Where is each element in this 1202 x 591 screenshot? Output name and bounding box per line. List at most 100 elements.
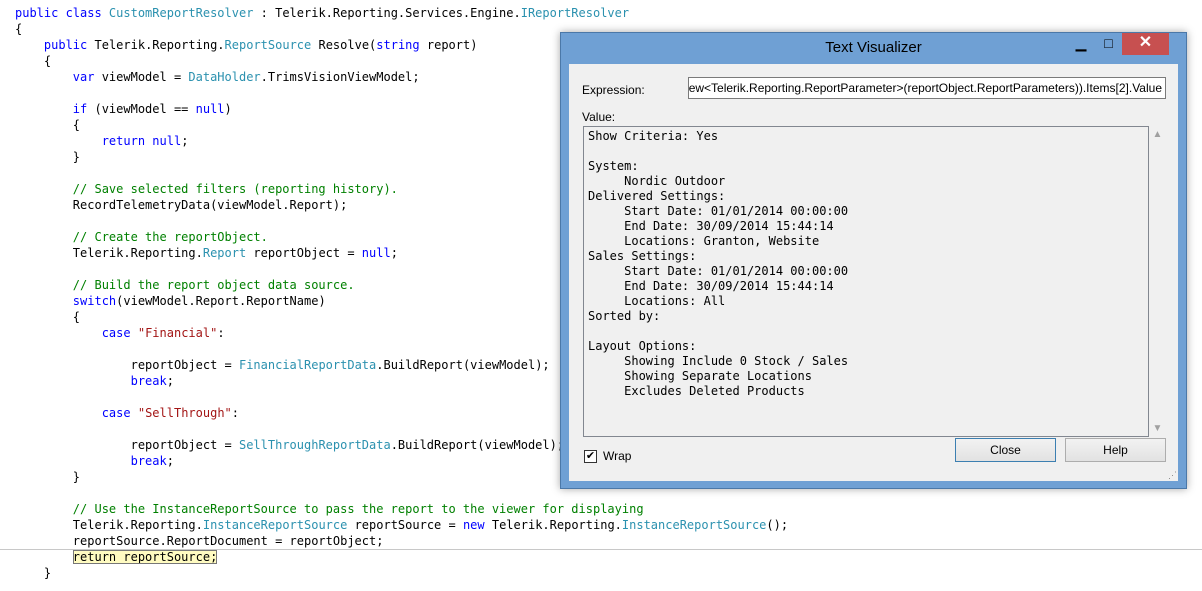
code-token: (); — [766, 518, 789, 532]
code-token: viewModel = — [94, 70, 189, 84]
code-token: ; — [390, 246, 398, 260]
checkmark-icon: ✔ — [585, 450, 596, 462]
code-token: Report — [202, 246, 247, 260]
code-token: null — [195, 102, 225, 116]
code-line[interactable]: reportSource.ReportDocument = reportObje… — [0, 533, 1202, 549]
code-token: } — [15, 470, 81, 484]
value-scrollbar[interactable]: ▲ ▼ — [1149, 126, 1166, 437]
code-token: reportObject = — [15, 358, 239, 372]
maximize-button[interactable]: □ — [1095, 33, 1122, 55]
code-token: : — [231, 406, 239, 420]
highlighted-statement: return reportSource; — [72, 550, 218, 564]
code-token: break — [130, 374, 167, 388]
code-token: null — [361, 246, 391, 260]
code-token: Telerik.Reporting. — [87, 38, 225, 52]
code-token: case — [101, 326, 131, 340]
value-text: Show Criteria: Yes System: Nordic Outdoo… — [588, 129, 849, 398]
code-token: report) — [419, 38, 478, 52]
code-token: reportSource.ReportDocument = reportObje… — [15, 534, 384, 548]
expression-value: ew<Telerik.Reporting.ReportParameter>(re… — [688, 81, 1162, 95]
wrap-checkbox[interactable]: ✔ — [584, 450, 597, 463]
code-token: ) — [224, 102, 232, 116]
code-token: .TrimsVisionViewModel; — [260, 70, 420, 84]
scroll-up-icon[interactable]: ▲ — [1149, 126, 1166, 143]
code-token: Resolve( — [311, 38, 377, 52]
code-token: switch — [72, 294, 117, 308]
code-token: Telerik.Reporting. — [484, 518, 622, 532]
code-token: InstanceReportSource — [621, 518, 767, 532]
code-token: (viewModel.Report.ReportName) — [116, 294, 326, 308]
value-textbox[interactable]: Show Criteria: Yes System: Nordic Outdoo… — [583, 126, 1149, 437]
code-token: "Financial" — [137, 326, 218, 340]
code-token: DataHolder — [188, 70, 261, 84]
wrap-label[interactable]: Wrap — [603, 449, 631, 463]
code-line[interactable]: return reportSource; — [0, 549, 1202, 565]
code-line[interactable]: // Use the InstanceReportSource to pass … — [0, 501, 1202, 517]
close-button[interactable]: Close — [955, 438, 1056, 462]
code-line[interactable]: } — [0, 565, 1202, 581]
code-line[interactable]: public class CustomReportResolver : Tele… — [0, 5, 1202, 21]
dialog-titlebar[interactable]: Text Visualizer ▁ □ ✕ — [561, 33, 1186, 64]
code-token: string — [376, 38, 420, 52]
code-token: } — [15, 150, 81, 164]
code-token: ; — [166, 374, 174, 388]
code-line[interactable]: Telerik.Reporting.InstanceReportSource r… — [0, 517, 1202, 533]
code-token: { — [15, 54, 52, 68]
code-token: } — [15, 566, 52, 580]
code-token: ; — [166, 454, 174, 468]
code-token: return null — [101, 134, 182, 148]
code-token: { — [15, 118, 81, 132]
code-token: InstanceReportSource — [202, 518, 348, 532]
expression-input[interactable]: ew<Telerik.Reporting.ReportParameter>(re… — [688, 77, 1166, 99]
code-token: // Build the report object data source. — [72, 278, 355, 292]
code-token: public — [43, 38, 88, 52]
dialog-client-area: Expression: ew<Telerik.Reporting.ReportP… — [569, 64, 1178, 481]
code-token: (viewModel == — [87, 102, 196, 116]
code-token: break — [130, 454, 167, 468]
code-token: if — [72, 102, 88, 116]
code-token: Telerik.Reporting. — [15, 518, 203, 532]
code-token: .BuildReport(viewModel); — [376, 358, 550, 372]
code-token: new — [462, 518, 485, 532]
code-token: "SellThrough" — [137, 406, 232, 420]
code-token: // Create the reportObject. — [72, 230, 268, 244]
code-token: RecordTelemetryData(viewModel.Report); — [15, 198, 348, 212]
close-window-button[interactable]: ✕ — [1122, 33, 1169, 55]
resize-grip-icon[interactable]: ⋰ — [1167, 470, 1177, 480]
code-token: .BuildReport(viewModel); — [390, 438, 565, 452]
code-token: // Use the InstanceReportSource to pass … — [72, 502, 644, 516]
help-button[interactable]: Help — [1065, 438, 1166, 462]
code-token: reportObject = — [246, 246, 362, 260]
code-token: { — [15, 22, 23, 36]
code-token: reportSource = — [347, 518, 463, 532]
code-token: SellThroughReportData — [238, 438, 391, 452]
code-token: Telerik.Reporting. — [15, 246, 203, 260]
scroll-down-icon[interactable]: ▼ — [1149, 420, 1166, 437]
code-token: { — [15, 310, 81, 324]
code-token: reportObject = — [15, 438, 239, 452]
code-token: public class — [15, 6, 109, 20]
code-token: var — [72, 70, 95, 84]
minimize-button[interactable]: ▁ — [1067, 33, 1095, 55]
text-visualizer-dialog: Text Visualizer ▁ □ ✕ Expression: ew<Tel… — [560, 32, 1187, 489]
code-token: case — [101, 406, 131, 420]
code-token: ; — [181, 134, 189, 148]
code-token: FinancialReportData — [238, 358, 377, 372]
code-token: : Telerik.Reporting.Services.Engine. — [253, 6, 521, 20]
expression-label: Expression: — [582, 83, 645, 97]
code-token: ReportSource — [224, 38, 312, 52]
